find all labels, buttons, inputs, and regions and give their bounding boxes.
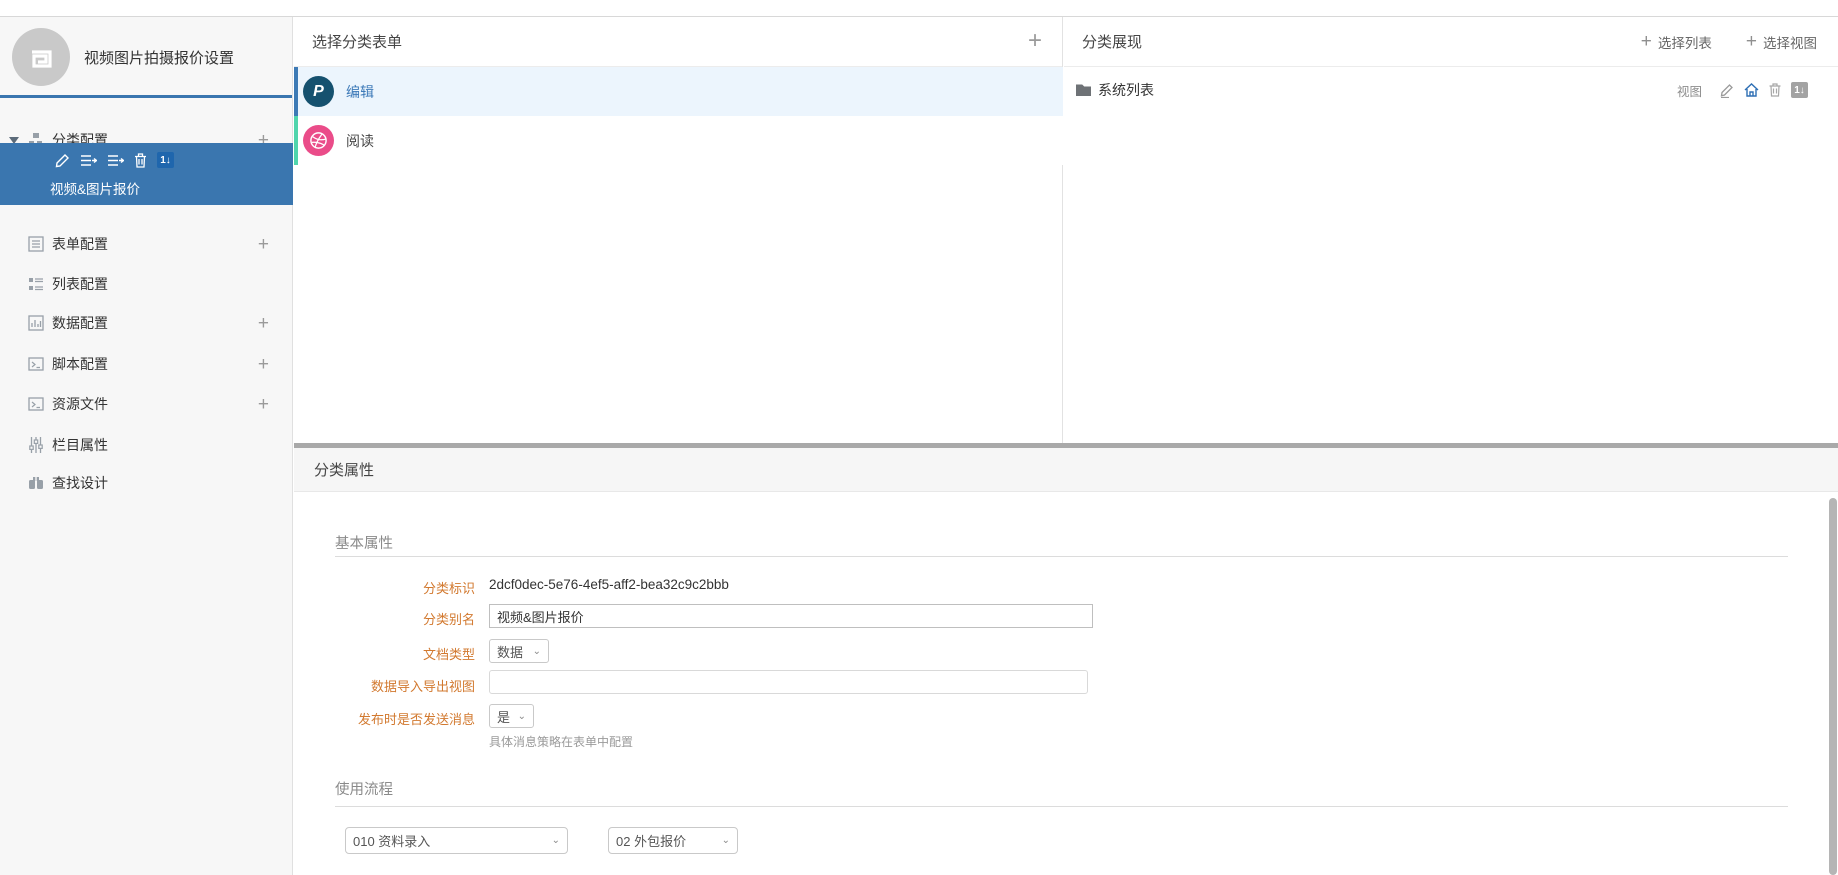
dribbble-icon (303, 125, 334, 156)
trash-icon[interactable] (1769, 83, 1781, 97)
list-icon (27, 275, 45, 293)
form-row-name[interactable]: 编辑 (346, 82, 374, 102)
field-label-category-alias: 分类别名 (422, 612, 475, 627)
category-properties-header: 分类属性 (294, 448, 1838, 492)
sidebar-item-label: 列表配置 (52, 276, 108, 292)
select-list-button[interactable]: + 选择列表 (1641, 32, 1712, 52)
sidebar-item-label: 查找设计 (52, 475, 108, 491)
move-up-list-icon[interactable] (80, 154, 97, 167)
panel-title: 选择分类表单 (312, 34, 403, 51)
spiral-logo-icon (32, 50, 52, 68)
sidebar-item-label: 栏目属性 (52, 437, 108, 453)
category-form-panel-header: 选择分类表单 + (294, 17, 1062, 67)
section-divider (335, 556, 1788, 557)
doc-type-select[interactable]: 数据 ⌄ (489, 639, 549, 663)
section-title-basic: 基本属性 (335, 536, 393, 552)
folder-icon (1075, 83, 1092, 97)
form-row-name[interactable]: 阅读 (346, 131, 374, 151)
sidebar-item-label: 表单配置 (52, 236, 108, 252)
system-list-label: 系统列表 (1098, 82, 1154, 98)
add-resource-button[interactable]: + (258, 395, 269, 414)
add-data-button[interactable]: + (258, 314, 269, 333)
import-export-view-input[interactable] (489, 670, 1088, 694)
add-script-button[interactable]: + (258, 355, 269, 374)
select-value: 是 (497, 709, 511, 725)
brand-letter: P (313, 82, 324, 100)
app-title: 视频图片拍摄报价设置 (84, 50, 235, 67)
system-list-row[interactable]: 系统列表 视图 1↓ (1064, 67, 1838, 113)
sidebar-item-label: 数据配置 (52, 315, 108, 331)
sidebar-item-column-props[interactable]: 栏目属性 (0, 429, 293, 461)
sidebar-item-label: 脚本配置 (52, 356, 108, 372)
chevron-down-icon: ⌄ (517, 710, 526, 722)
plus-icon: + (1745, 31, 1757, 52)
chevron-down-icon: ⌄ (532, 645, 541, 657)
field-label-category-id: 分类标识 (422, 581, 475, 596)
plus-icon: + (1640, 31, 1652, 52)
section-title-flow: 使用流程 (335, 782, 393, 798)
select-value: 02 外包报价 (616, 834, 687, 849)
send-message-select[interactable]: 是 ⌄ (489, 704, 534, 728)
category-properties-panel: 分类属性 基本属性 分类标识 2dcf0dec-5e76-4ef5-aff2-b… (294, 448, 1838, 875)
top-strip (0, 0, 1838, 17)
binoculars-icon (27, 474, 45, 492)
row-accent-bar (294, 67, 298, 116)
sort-order-badge[interactable]: 1↓ (1791, 82, 1808, 98)
category-form-panel: 选择分类表单 + P 编辑 2023-07-28 16:34:36 (294, 17, 1352, 443)
chart-icon (27, 314, 45, 332)
trash-icon[interactable] (134, 152, 147, 168)
flow-step-2-select[interactable]: 02 外包报价 ⌄ (608, 827, 738, 854)
move-down-list-icon[interactable] (107, 154, 124, 167)
send-message-helper-text: 具体消息策略在表单中配置 (489, 735, 634, 749)
form-row-read[interactable]: 阅读 2023-07-28 17:02:36 (294, 116, 1352, 165)
add-form-button[interactable]: + (258, 235, 269, 254)
add-form-row-button[interactable]: + (1028, 29, 1042, 53)
paypal-icon: P (303, 76, 334, 107)
sidebar-item-script-config[interactable]: 脚本配置 + (0, 348, 293, 380)
sidebar-item-list-config[interactable]: 列表配置 (0, 268, 293, 300)
home-icon[interactable] (1744, 83, 1759, 97)
panel-title: 分类展现 (1082, 34, 1143, 51)
panel-title: 分类属性 (314, 462, 375, 479)
button-label: 选择列表 (1657, 35, 1712, 51)
category-display-panel-header: 分类展现 + 选择列表 + 选择视图 (1064, 17, 1838, 67)
terminal-icon (27, 355, 45, 373)
sliders-icon (27, 436, 45, 454)
vertical-scrollbar[interactable] (1829, 498, 1837, 875)
chevron-down-icon: ⌄ (551, 835, 560, 846)
field-value-category-id: 2dcf0dec-5e76-4ef5-aff2-bea32c9c2bbb (489, 577, 729, 592)
sidebar-item-resource-files[interactable]: 资源文件 + (0, 388, 293, 420)
sidebar-item-form-config[interactable]: 表单配置 + (0, 228, 293, 260)
chevron-down-icon: ⌄ (721, 835, 730, 846)
form-row-edit[interactable]: P 编辑 2023-07-28 16:34:36 (294, 67, 1352, 116)
edit-pencil-icon[interactable] (55, 153, 70, 168)
form-icon (27, 235, 45, 253)
flow-step-1-select[interactable]: 010 资料录入 ⌄ (345, 827, 568, 854)
app-logo (12, 28, 70, 86)
row-accent-bar (294, 116, 298, 165)
app-window: 视频图片拍摄报价设置 分类配置 + 1↓ 视频&图片报价 表单配置 + 列表配置… (0, 0, 1838, 875)
field-label-send-message: 发布时是否发送消息 (357, 712, 475, 727)
select-value: 010 资料录入 (353, 834, 431, 849)
section-divider (335, 806, 1788, 807)
select-value: 数据 (497, 644, 524, 660)
select-view-button[interactable]: + 选择视图 (1746, 32, 1817, 52)
sidebar-item-selected-category[interactable]: 1↓ 视频&图片报价 (0, 143, 293, 205)
selected-category-label: 视频&图片报价 (50, 182, 141, 197)
sort-order-badge[interactable]: 1↓ (157, 152, 174, 168)
field-label-import-export-view: 数据导入导出视图 (370, 679, 475, 694)
button-label: 选择视图 (1763, 35, 1817, 51)
sidebar-item-label: 资源文件 (52, 396, 108, 412)
sidebar-item-search-design[interactable]: 查找设计 (0, 467, 293, 499)
terminal-icon (27, 395, 45, 413)
sidebar-header: 视频图片拍摄报价设置 (0, 17, 292, 98)
sidebar-item-data-config[interactable]: 数据配置 + (0, 307, 293, 339)
category-display-panel: 分类展现 + 选择列表 + 选择视图 系统列表 视图 1↓ (1064, 17, 1838, 443)
category-alias-input[interactable] (489, 604, 1093, 628)
field-label-doc-type: 文档类型 (422, 647, 475, 662)
view-tag: 视图 (1676, 84, 1702, 99)
edit-pencil-icon[interactable] (1720, 83, 1734, 98)
sidebar: 视频图片拍摄报价设置 分类配置 + 1↓ 视频&图片报价 表单配置 + 列表配置… (0, 17, 293, 875)
